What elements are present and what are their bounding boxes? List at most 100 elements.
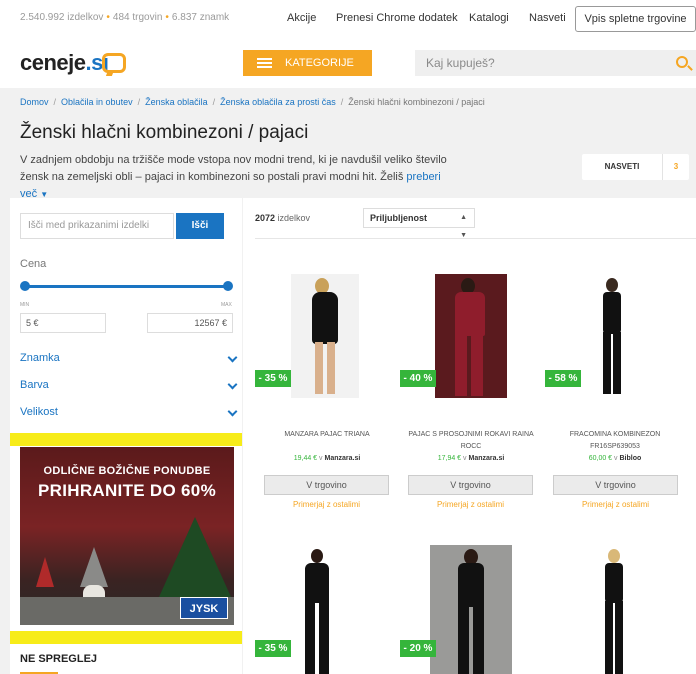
tips-count: 3	[662, 154, 689, 180]
go-to-store-button[interactable]: V trgovino	[553, 475, 678, 495]
hair	[311, 549, 323, 563]
price-slider-max-handle[interactable]	[223, 281, 233, 291]
chevron-down-icon	[227, 406, 238, 417]
product-name[interactable]: MANZARA PAJAC TRIANA	[257, 429, 397, 441]
leg	[605, 601, 613, 674]
categories-label: KATEGORIJE	[285, 57, 354, 69]
min-label: MIN	[20, 302, 30, 308]
go-to-store-button[interactable]: V trgovino	[408, 475, 533, 495]
filter-search-button[interactable]: Išči	[176, 213, 224, 239]
intro-line: V zadnjem obdobju na tržišče mode vstopa…	[20, 154, 447, 166]
filter-search-input[interactable]: Išči med prikazanimi izdelki	[20, 213, 174, 239]
breadcrumb: Domov / Oblačila in obutev / Ženska oblačila…	[20, 97, 485, 107]
gnome-hat-image	[80, 547, 108, 587]
max-price-input[interactable]: 12567 €	[147, 313, 233, 333]
leg	[458, 605, 469, 674]
facet-brand[interactable]: Znamka	[20, 348, 238, 368]
leg	[613, 332, 621, 394]
max-label: MAX	[221, 302, 232, 308]
breadcrumb-separator: /	[212, 97, 216, 107]
breadcrumb-home[interactable]: Domov	[20, 97, 49, 107]
ad-headline: ODLIČNE BOŽIČNE PONUDBE	[43, 465, 211, 477]
product-price: 19,44 € v Manzara.si	[257, 455, 397, 462]
price-slider-track[interactable]	[24, 285, 228, 288]
leg	[327, 342, 335, 394]
product-name[interactable]: FRACOMINA KOMBINEZON FR16SP639053	[545, 429, 685, 453]
register-shop-button[interactable]: Vpis spletne trgovine	[575, 6, 696, 32]
product-image[interactable]	[430, 545, 512, 674]
logo[interactable]: ceneje.si	[20, 50, 109, 76]
breadcrumb-womens-clothing[interactable]: Ženska oblačila	[145, 97, 208, 107]
breadcrumb-leisure[interactable]: Ženska oblačila za prosti čas	[220, 97, 336, 107]
leg	[455, 334, 467, 396]
tips-button[interactable]: NASVETI 3	[582, 154, 689, 180]
leg	[315, 342, 323, 394]
shop-name: Bibloo	[619, 455, 642, 462]
logo-speech-bubble-icon	[102, 53, 126, 73]
garment	[603, 292, 621, 334]
leg	[473, 605, 484, 674]
compare-link[interactable]: Primerjaj z ostalimi	[553, 500, 678, 509]
discount-badge: - 58 %	[545, 370, 581, 387]
dot-separator: •	[106, 12, 110, 23]
results-count: 2072 izdelkov	[255, 213, 310, 223]
product-image[interactable]	[293, 545, 341, 674]
price-value: 19,44 €	[293, 455, 318, 462]
discount-badge: - 20 %	[400, 640, 436, 657]
search-icon[interactable]	[676, 56, 688, 68]
categories-button[interactable]: KATEGORIJE	[243, 50, 372, 76]
discount-badge: - 40 %	[400, 370, 436, 387]
hamburger-icon	[257, 58, 272, 68]
product-image[interactable]	[592, 274, 632, 398]
tips-label: NASVETI	[604, 162, 640, 171]
chevron-down-icon	[227, 379, 238, 390]
facet-label: Barva	[20, 379, 49, 391]
facet-color[interactable]: Barva	[20, 375, 238, 395]
count-label: izdelkov	[277, 213, 311, 223]
hair	[606, 278, 618, 292]
jysk-logo: JYSK	[180, 597, 228, 619]
price-value: 60,00 €	[588, 455, 613, 462]
product-image[interactable]	[291, 274, 359, 398]
site-stats: 2.540.992 izdelkov • 484 trgovin • 6.837 zna…	[20, 12, 229, 23]
breadcrumb-clothing[interactable]: Oblačila in obutev	[61, 97, 133, 107]
facet-label: Velikost	[20, 406, 58, 418]
ad-banner[interactable]: ODLIČNE BOŽIČNE PONUDBE PRIHRANITE DO 60…	[20, 447, 234, 625]
garment	[455, 292, 485, 336]
leg	[305, 601, 315, 674]
search-input[interactable]	[415, 50, 665, 76]
garment	[305, 563, 329, 603]
search-bar	[415, 50, 696, 76]
facet-size[interactable]: Velikost	[20, 402, 238, 422]
leg	[319, 601, 329, 674]
header: ceneje.si KATEGORIJE	[0, 36, 696, 88]
leg	[471, 334, 483, 396]
min-price-input[interactable]: 5 €	[20, 313, 106, 333]
logo-text: ceneje	[20, 50, 86, 75]
sort-select[interactable]: Priljubljenost ▲ ▼	[363, 208, 475, 239]
compare-link[interactable]: Primerjaj z ostalimi	[264, 500, 389, 509]
deals-link[interactable]: Akcije	[287, 12, 316, 24]
catalogs-link[interactable]: Katalogi	[469, 12, 509, 24]
price-connector: v	[319, 455, 323, 462]
price-slider-min-handle[interactable]	[20, 281, 30, 291]
ad-subheadline: PRIHRANITE DO 60%	[38, 481, 216, 500]
gnome-hat-image	[36, 557, 54, 587]
product-name[interactable]: PAJAC S PROSOJNIMI ROKAVI RAINA ROCC	[401, 429, 541, 453]
count-number: 2072	[255, 213, 276, 223]
product-image[interactable]	[435, 274, 507, 398]
brands-stat: 6.837 znamk	[171, 12, 230, 23]
category-intro: V zadnjem obdobju na tržišče mode vstopa…	[20, 152, 460, 203]
shop-name: Manzara.si	[324, 455, 361, 462]
compare-link[interactable]: Primerjaj z ostalimi	[408, 500, 533, 509]
dont-miss-heading: NE SPREGLEJ	[20, 653, 98, 665]
ad-frame-bottom	[10, 631, 242, 644]
ad-frame-top	[10, 433, 242, 446]
page-title: Ženski hlačni kombinezoni / pajaci	[20, 122, 309, 143]
breadcrumb-separator: /	[137, 97, 141, 107]
go-to-store-button[interactable]: V trgovino	[264, 475, 389, 495]
product-image[interactable]	[596, 545, 632, 674]
chrome-extension-link[interactable]: Prenesi Chrome dodatek	[336, 12, 458, 24]
chevron-down-icon	[227, 352, 238, 363]
tips-link[interactable]: Nasveti	[529, 12, 566, 24]
